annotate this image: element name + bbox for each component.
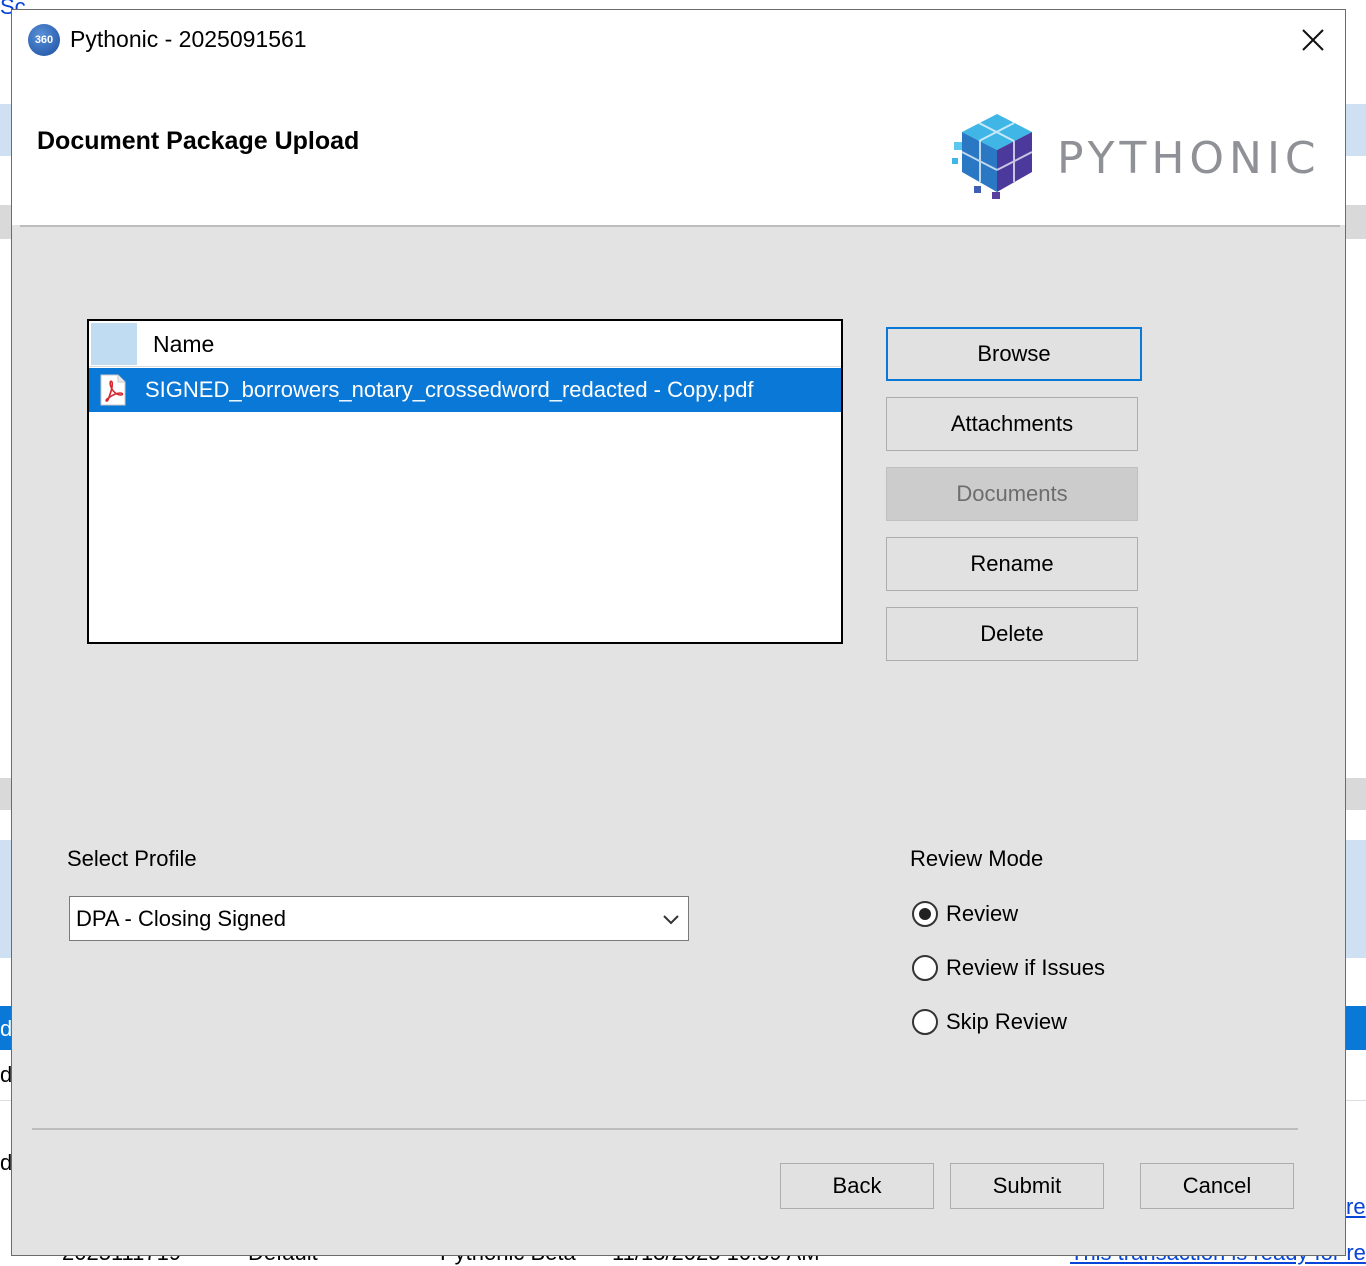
list-item[interactable]: SIGNED_borrowers_notary_crossedword_reda…: [89, 368, 841, 412]
pdf-icon: [100, 374, 126, 406]
radio-review-if-issues[interactable]: Review if Issues: [912, 953, 1105, 983]
radio-review-if-issues-label: Review if Issues: [946, 955, 1105, 980]
footer-divider: [32, 1128, 1298, 1130]
title-bar[interactable]: 360 Pythonic - 2025091561: [12, 10, 1345, 70]
background-link[interactable]: re: [1346, 1194, 1366, 1220]
cancel-button[interactable]: Cancel: [1140, 1163, 1294, 1209]
review-mode-label: Review Mode: [910, 846, 1044, 871]
profile-select-value: DPA - Closing Signed: [76, 906, 286, 931]
radio-review-label: Review: [946, 901, 1019, 926]
cube-logo-icon: [952, 114, 1033, 199]
chevron-down-icon: [663, 915, 679, 925]
rename-button[interactable]: Rename: [886, 537, 1138, 591]
column-header-name[interactable]: Name: [153, 331, 214, 358]
file-name: SIGNED_borrowers_notary_crossedword_reda…: [145, 377, 754, 402]
browse-button[interactable]: Browse: [886, 327, 1142, 381]
radio-skip-review[interactable]: Skip Review: [912, 1007, 1067, 1037]
dialog-header: Document Package Upload PYTHONIC: [12, 70, 1345, 225]
close-button[interactable]: [1291, 18, 1335, 62]
app-icon: 360: [28, 24, 60, 56]
radio-skip-review-label: Skip Review: [946, 1009, 1068, 1034]
upload-dialog: 360 Pythonic - 2025091561 Document Packa…: [11, 9, 1346, 1256]
header-divider: [20, 225, 1340, 227]
submit-button[interactable]: Submit: [950, 1163, 1104, 1209]
profile-select[interactable]: DPA - Closing Signed: [69, 896, 689, 941]
logo-text: PYTHONIC: [1057, 133, 1321, 184]
back-button[interactable]: Back: [780, 1163, 934, 1209]
radio-review[interactable]: Review: [912, 899, 1018, 929]
radio-review-button[interactable]: [912, 901, 938, 927]
select-profile-label: Select Profile: [67, 846, 197, 871]
list-header-icon-cell[interactable]: [91, 323, 137, 365]
close-icon: [1302, 29, 1324, 51]
attachments-button[interactable]: Attachments: [886, 397, 1138, 451]
delete-button[interactable]: Delete: [886, 607, 1138, 661]
page-title: Document Package Upload: [37, 127, 360, 155]
documents-button: Documents: [886, 467, 1138, 521]
file-list[interactable]: Name SIGNED_borrowers_notary_crossedword…: [87, 319, 843, 644]
radio-review-if-issues-button[interactable]: [912, 955, 938, 981]
pythonic-logo: PYTHONIC: [952, 110, 1316, 200]
list-header: Name: [89, 321, 841, 367]
window-title: Pythonic - 2025091561: [70, 26, 307, 52]
radio-skip-review-button[interactable]: [912, 1009, 938, 1035]
